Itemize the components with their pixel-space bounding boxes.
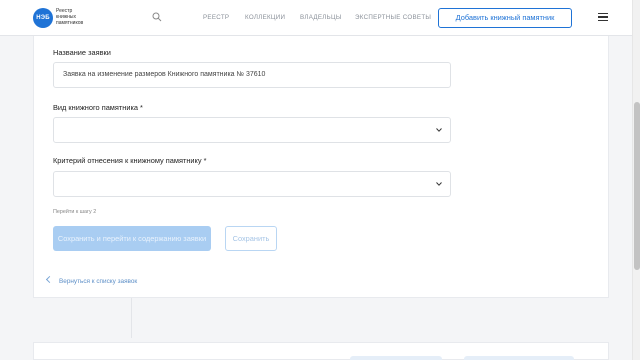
brand-line-3: памятников: [56, 20, 84, 26]
name-label: Название заявки: [53, 48, 111, 57]
monument-type-select[interactable]: [53, 117, 451, 143]
bottom-button-right[interactable]: [464, 356, 574, 360]
chevron-left-icon: [45, 275, 54, 284]
site-header: НЭБ Реестр книжных памятников РЕЕСТР КОЛ…: [0, 0, 632, 36]
add-book-monument-button[interactable]: Добавить книжный памятник: [438, 8, 572, 28]
criterion-label: Критерий отнесения к книжному памятнику …: [53, 156, 207, 165]
save-button[interactable]: Сохранить: [225, 226, 277, 251]
vertical-scrollbar[interactable]: [632, 0, 640, 360]
criterion-select[interactable]: [53, 171, 451, 197]
back-link-label: Вернуться к списку заявок: [59, 278, 138, 285]
neb-logo[interactable]: НЭБ: [33, 8, 53, 28]
search-icon[interactable]: [152, 12, 162, 22]
save-and-continue-button[interactable]: Сохранить и перейти к содержанию заявки: [53, 226, 211, 251]
scrollbar-thumb[interactable]: [634, 102, 640, 270]
nav-owners[interactable]: ВЛАДЕЛЬЦЫ: [300, 14, 342, 21]
nav-expert-councils[interactable]: ЭКСПЕРТНЫЕ СОВЕТЫ: [355, 14, 431, 21]
brand-title[interactable]: Реестр книжных памятников: [56, 8, 96, 26]
back-to-list-link[interactable]: Вернуться к списку заявок: [45, 275, 138, 285]
application-name-field[interactable]: Заявка на изменение размеров Книжного па…: [53, 62, 451, 88]
step-hint: Перейти к шагу 2: [53, 209, 97, 215]
monument-type-label: Вид книжного памятника *: [53, 103, 143, 112]
nav-collections[interactable]: КОЛЛЕКЦИИ: [245, 14, 285, 21]
chevron-down-icon: [436, 128, 442, 132]
chevron-down-icon: [436, 182, 442, 186]
application-name-value: Заявка на изменение размеров Книжного па…: [63, 71, 266, 78]
hamburger-menu-icon[interactable]: [598, 13, 608, 21]
bottom-button-left[interactable]: [350, 356, 442, 360]
nav-registry[interactable]: РЕЕСТР: [203, 14, 229, 21]
divider-line: [131, 298, 132, 338]
